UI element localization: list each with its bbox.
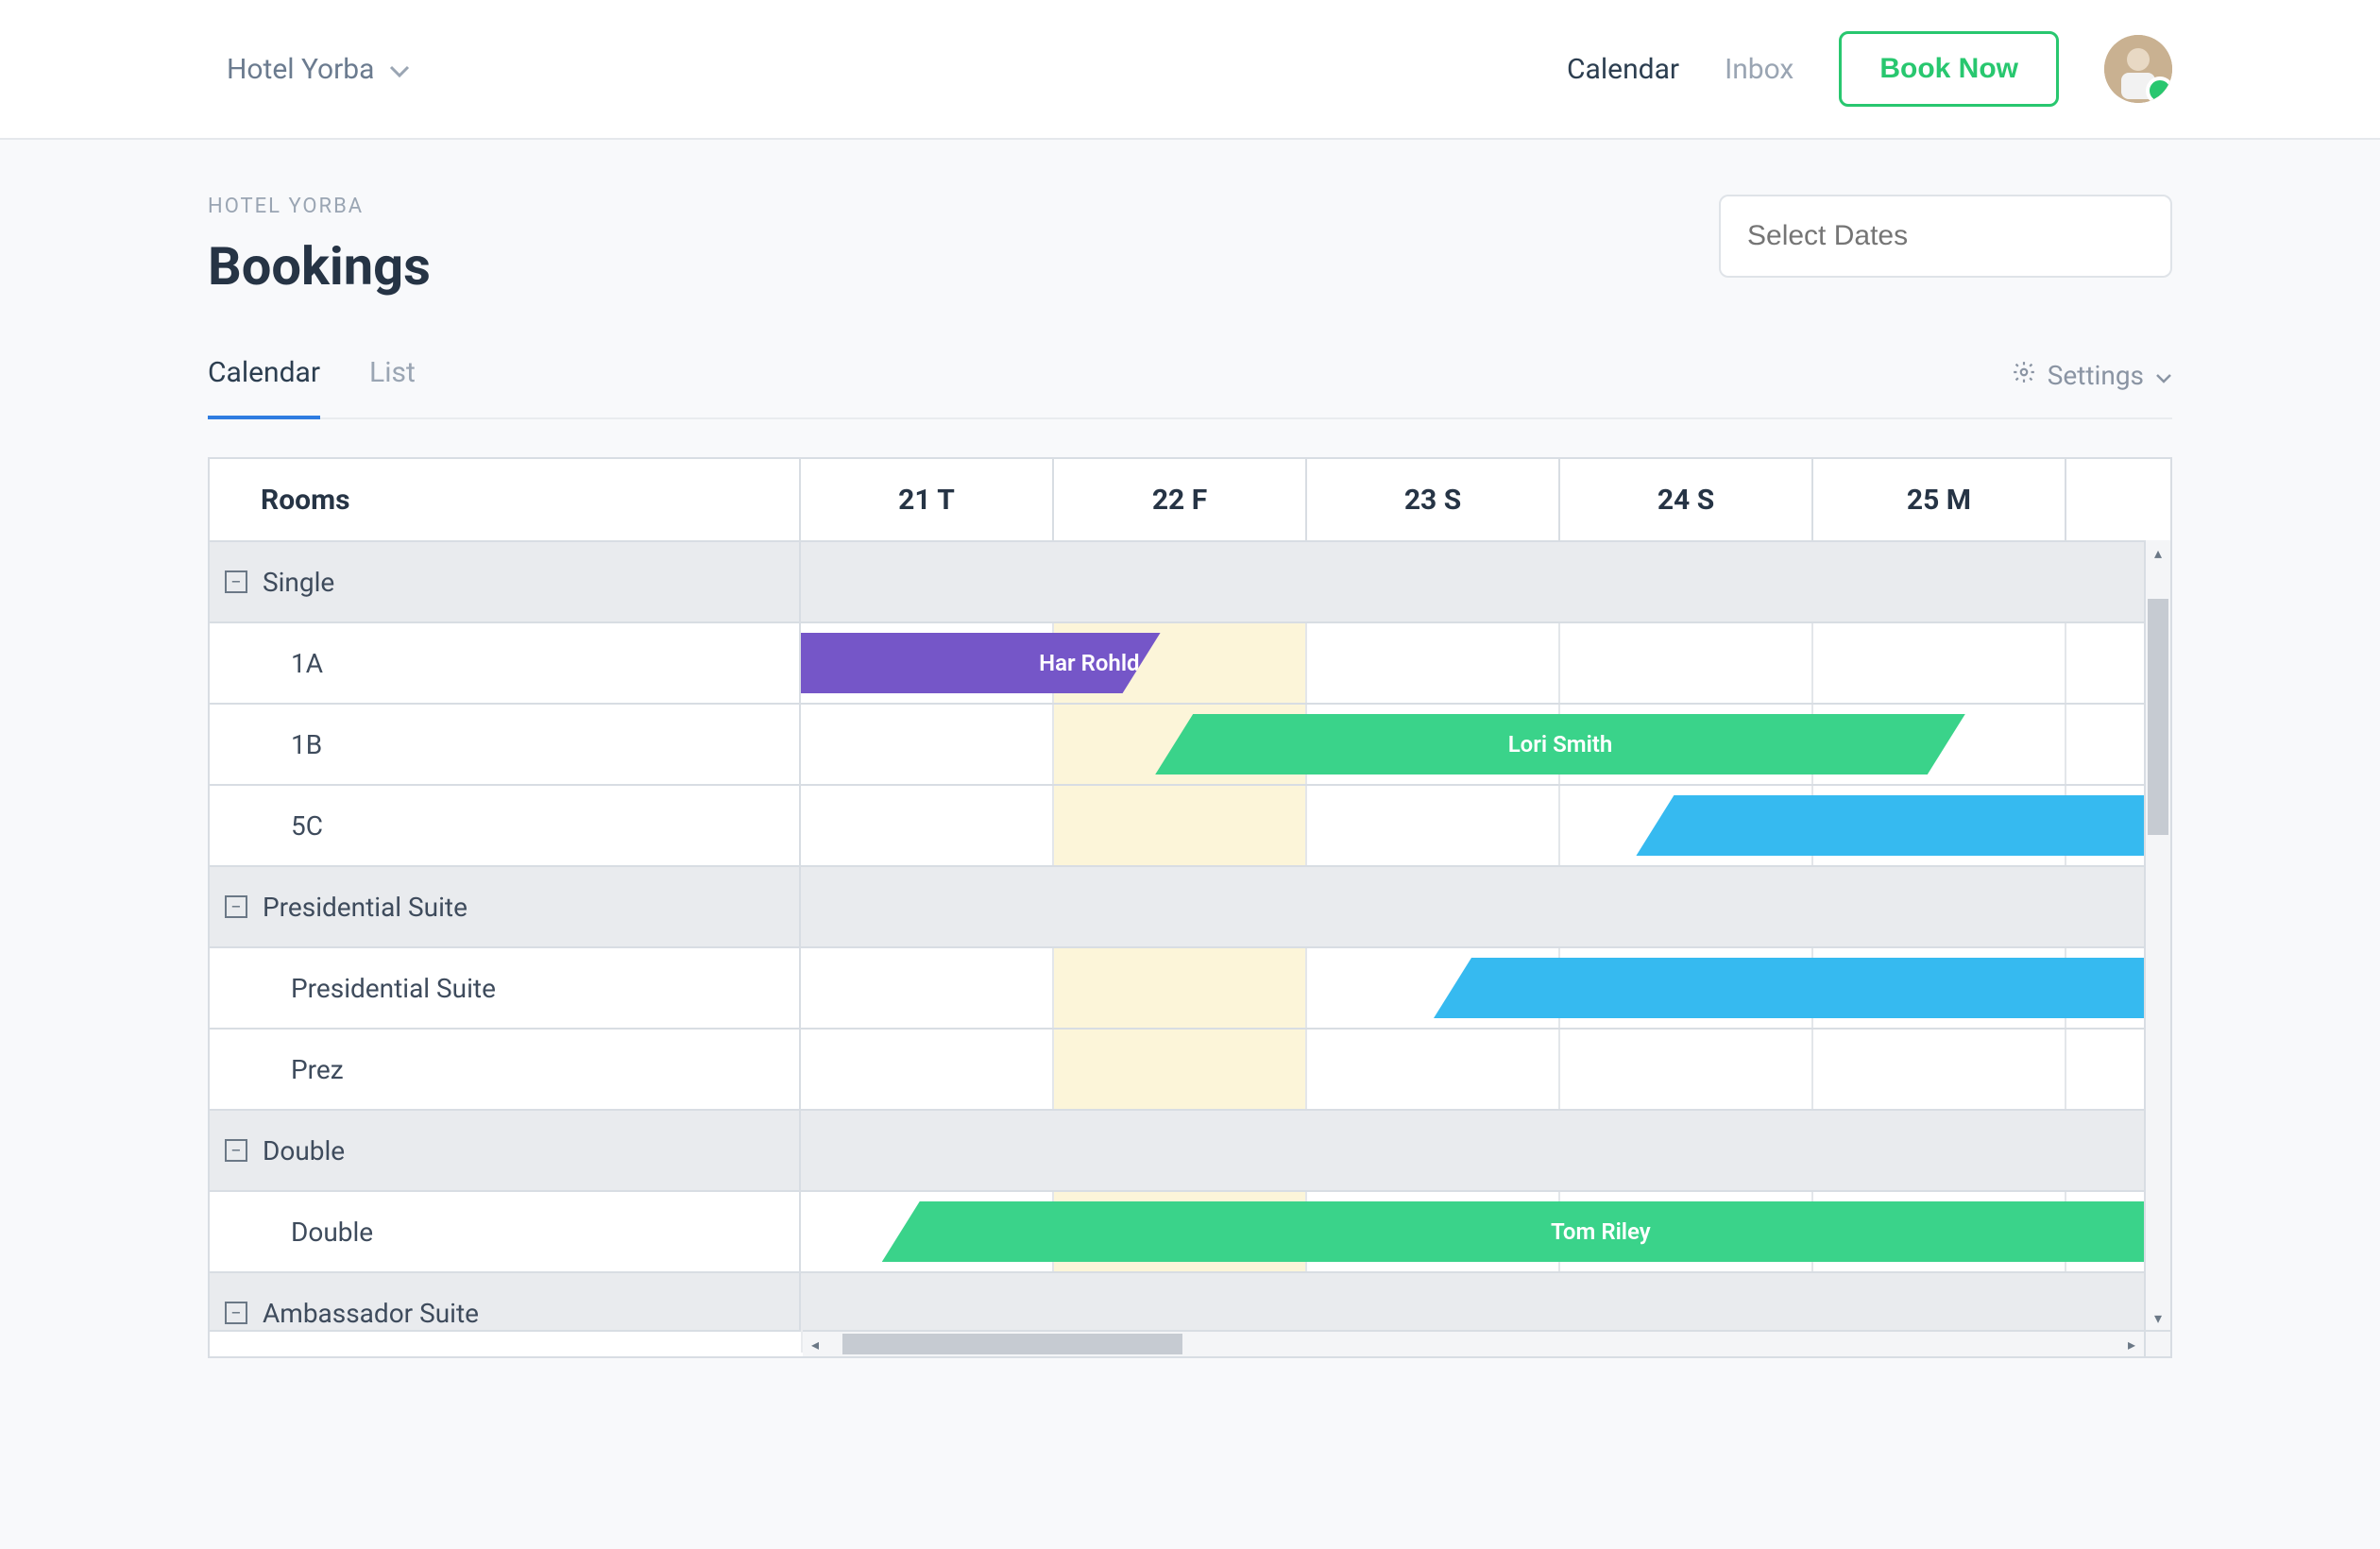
nav-calendar[interactable]: Calendar [1567, 53, 1679, 86]
scroll-up-icon[interactable]: ▴ [2146, 540, 2170, 565]
row-label: Prez [291, 1054, 344, 1085]
grid-cell[interactable] [1054, 786, 1307, 865]
grid-cell[interactable] [1560, 1030, 1813, 1109]
collapse-icon[interactable]: − [225, 570, 247, 593]
grid-cell[interactable] [1307, 786, 1560, 865]
calendar-grid: Rooms 21 T22 F23 S24 S25 M2 −Single1A1B5… [208, 457, 2172, 1358]
grid-cell[interactable] [1813, 623, 2066, 703]
nav-inbox[interactable]: Inbox [1725, 53, 1794, 86]
grid-cell[interactable] [1054, 1030, 1307, 1109]
avatar[interactable] [2104, 35, 2172, 103]
scroll-down-icon[interactable]: ▾ [2146, 1305, 2170, 1330]
collapse-icon[interactable]: − [225, 895, 247, 918]
topnav: Hotel Yorba Calendar Inbox Book Now [0, 0, 2380, 140]
booking-bar[interactable]: Har Rohld [801, 633, 1161, 693]
settings-menu[interactable]: Settings [2012, 360, 2172, 414]
date-column[interactable]: 23 S [1307, 459, 1560, 540]
grid-cell[interactable] [801, 786, 1054, 865]
dates-header: 21 T22 F23 S24 S25 M2 [801, 459, 2170, 540]
horizontal-scrollbar[interactable]: ◂ ▸ [803, 1330, 2144, 1356]
vertical-scrollbar[interactable]: ▴ ▾ [2144, 540, 2170, 1330]
grid-row [801, 540, 2170, 621]
booking-bar[interactable]: Tom Riley [882, 1201, 2170, 1262]
page-title: Bookings [208, 235, 431, 298]
room-row: Double [210, 1190, 799, 1271]
grid-area[interactable]: Har Rohld Lori Smith Toni Alva David Kleinf… [801, 540, 2170, 1356]
book-now-button[interactable]: Book Now [1839, 31, 2059, 107]
grid-row: Toni Alva [801, 784, 2170, 865]
hscroll-thumb[interactable] [842, 1334, 1182, 1354]
row-label: Double [263, 1135, 345, 1166]
date-range-input[interactable] [1719, 195, 2172, 278]
row-label: Ambassador Suite [263, 1298, 479, 1329]
tabs-row: Calendar List Settings [208, 356, 2172, 419]
booking-bar[interactable]: David Kleinfeld [1434, 958, 2170, 1018]
grid-cell[interactable] [1307, 623, 1560, 703]
row-label: 1B [291, 729, 322, 760]
row-label: Presidential Suite [263, 892, 468, 923]
date-column[interactable]: 2 [2066, 459, 2170, 540]
room-row: 1B [210, 703, 799, 784]
footer-gap [210, 1330, 801, 1356]
collapse-icon[interactable]: − [225, 1302, 247, 1324]
settings-label: Settings [2048, 360, 2144, 391]
room-row: 1A [210, 621, 799, 703]
rooms-column: −Single1A1B5C−Presidential SuitePresiden… [210, 540, 801, 1356]
page: HOTEL YORBA Bookings Calendar List Setti… [0, 140, 2380, 1358]
grid-cell[interactable] [1307, 1030, 1560, 1109]
grid-cell[interactable] [801, 705, 1054, 784]
room-group[interactable]: −Single [210, 540, 799, 621]
room-row: Presidential Suite [210, 946, 799, 1028]
collapse-icon[interactable]: − [225, 1139, 247, 1162]
topnav-right: Calendar Inbox Book Now [1567, 31, 2172, 107]
grid-row: Tom Riley [801, 1190, 2170, 1271]
row-label: Presidential Suite [291, 973, 496, 1004]
row-label: Double [291, 1217, 373, 1248]
booking-guest: Tom Riley [1551, 1218, 1651, 1245]
grid-cell[interactable] [1054, 948, 1307, 1028]
grid-cell[interactable] [1813, 1030, 2066, 1109]
scroll-left-icon[interactable]: ◂ [803, 1332, 827, 1356]
tab-list[interactable]: List [369, 356, 416, 419]
grid-row: Har Rohld [801, 621, 2170, 703]
property-name: Hotel Yorba [227, 53, 374, 86]
room-row: Prez [210, 1028, 799, 1109]
grid-cell[interactable] [801, 948, 1054, 1028]
booking-bar[interactable]: Lori Smith [1155, 714, 1965, 774]
row-label: 5C [291, 810, 323, 842]
gear-icon [2012, 360, 2036, 391]
date-column[interactable]: 24 S [1560, 459, 1813, 540]
booking-guest: Har Rohld [1039, 650, 1139, 676]
grid-cell[interactable] [801, 1030, 1054, 1109]
date-column[interactable]: 25 M [1813, 459, 2066, 540]
room-group[interactable]: −Double [210, 1109, 799, 1190]
booking-guest: Lori Smith [1508, 731, 1613, 757]
booking-bar[interactable]: Toni Alva [1636, 795, 2170, 856]
chevron-down-icon [2155, 360, 2172, 391]
grid-cell[interactable] [1560, 623, 1813, 703]
scroll-corner [2144, 1330, 2170, 1356]
breadcrumb: HOTEL YORBA [208, 195, 431, 218]
rooms-header: Rooms [210, 459, 801, 540]
vscroll-thumb[interactable] [2148, 599, 2168, 835]
property-selector[interactable]: Hotel Yorba [227, 53, 410, 86]
chevron-down-icon [389, 53, 410, 86]
row-label: Single [263, 567, 334, 598]
room-group[interactable]: −Presidential Suite [210, 865, 799, 946]
grid-row [801, 1109, 2170, 1190]
grid-row: David Kleinfeld [801, 946, 2170, 1028]
date-column[interactable]: 22 F [1054, 459, 1307, 540]
date-column[interactable]: 21 T [801, 459, 1054, 540]
grid-row [801, 1028, 2170, 1109]
room-row: 5C [210, 784, 799, 865]
row-label: 1A [291, 648, 323, 679]
scroll-right-icon[interactable]: ▸ [2119, 1332, 2144, 1356]
grid-row [801, 865, 2170, 946]
tab-calendar[interactable]: Calendar [208, 356, 320, 419]
grid-row: Lori Smith [801, 703, 2170, 784]
